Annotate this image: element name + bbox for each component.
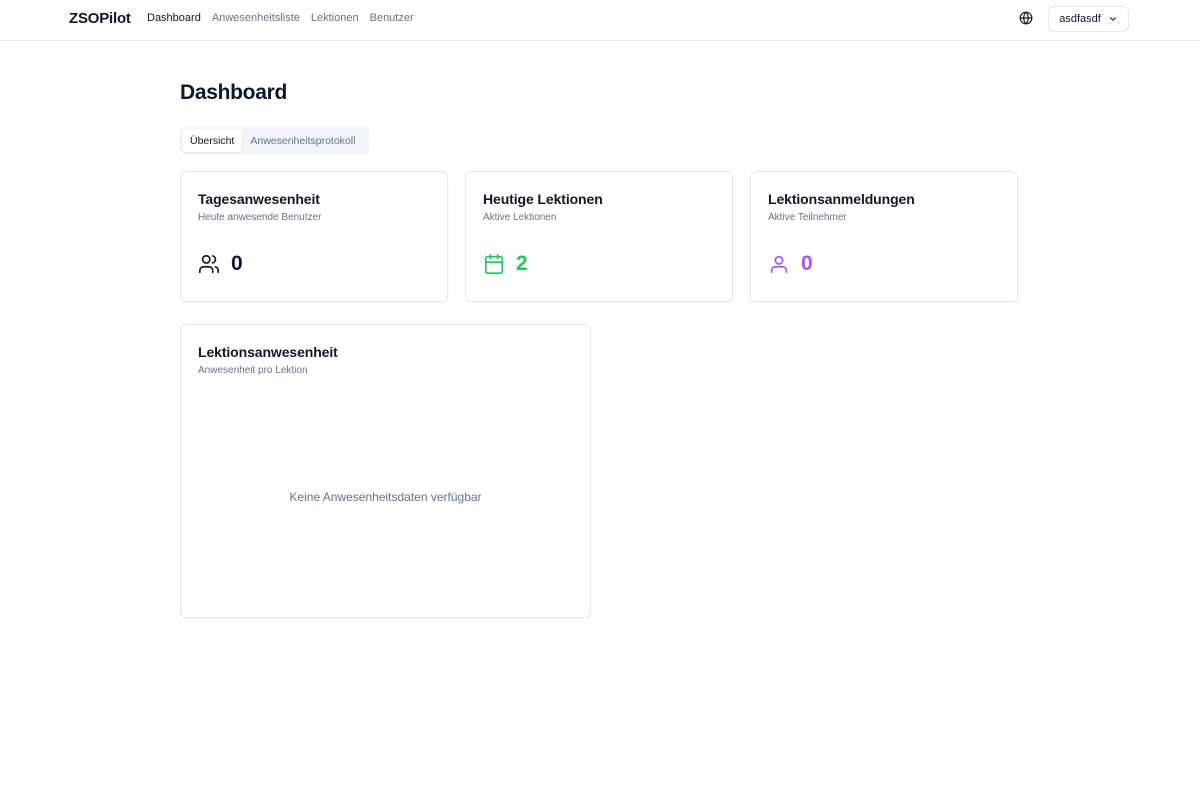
card-subtitle: Heute anwesende Benutzer bbox=[198, 212, 322, 223]
card-title: Tagesanwesenheit bbox=[198, 191, 320, 207]
nav-item-benutzer[interactable]: Benutzer bbox=[370, 12, 414, 24]
card-title: Lektionsanmeldungen bbox=[768, 191, 915, 207]
card-title: Lektionsanwesenheit bbox=[198, 344, 338, 360]
nav-item-anwesenheitsliste[interactable]: Anwesenheitsliste bbox=[212, 12, 300, 24]
stat-card-lektionsanmeldungen: Lektionsanmeldungen Aktive Teilnehmer 0 bbox=[750, 171, 1018, 302]
empty-state-message: Keine Anwesenheitsdaten verfügbar bbox=[289, 490, 482, 504]
user-icon bbox=[770, 255, 788, 274]
stat-card-tagesanwesenheit: Tagesanwesenheit Heute anwesende Benutze… bbox=[180, 171, 448, 302]
dashboard-tabs: Übersicht Anwesenheitsprotokoll bbox=[180, 127, 369, 154]
users-icon bbox=[199, 254, 219, 274]
top-navigation-bar: ZSOPilot Dashboard Anwesenheitsliste Lek… bbox=[0, 0, 1200, 41]
stat-value: 0 bbox=[801, 252, 813, 275]
stat-value: 2 bbox=[516, 252, 528, 275]
page-title: Dashboard bbox=[180, 81, 287, 104]
calendar-icon bbox=[484, 254, 504, 274]
tab-anwesenheitsprotokoll[interactable]: Anwesenheitsprotokoll bbox=[242, 129, 363, 152]
card-subtitle: Aktive Teilnehmer bbox=[768, 212, 847, 223]
attendance-per-lesson-card: Lektionsanwesenheit Anwesenheit pro Lekt… bbox=[180, 324, 591, 618]
nav-item-dashboard[interactable]: Dashboard bbox=[147, 12, 201, 24]
chevron-down-icon bbox=[1109, 17, 1116, 21]
globe-icon[interactable] bbox=[1019, 11, 1033, 25]
user-name: asdfasdf bbox=[1059, 13, 1101, 25]
brand-logo[interactable]: ZSOPilot bbox=[69, 10, 131, 27]
card-subtitle: Anwesenheit pro Lektion bbox=[198, 365, 308, 376]
stat-value: 0 bbox=[231, 252, 243, 275]
card-subtitle: Aktive Lektionen bbox=[483, 212, 557, 223]
tab-uebersicht[interactable]: Übersicht bbox=[182, 129, 243, 152]
nav-item-lektionen[interactable]: Lektionen bbox=[311, 12, 359, 24]
stat-card-heutige-lektionen: Heutige Lektionen Aktive Lektionen 2 bbox=[465, 171, 733, 302]
user-menu-button[interactable]: asdfasdf bbox=[1048, 6, 1129, 32]
main-nav: Dashboard Anwesenheitsliste Lektionen Be… bbox=[147, 12, 414, 24]
card-title: Heutige Lektionen bbox=[483, 191, 603, 207]
